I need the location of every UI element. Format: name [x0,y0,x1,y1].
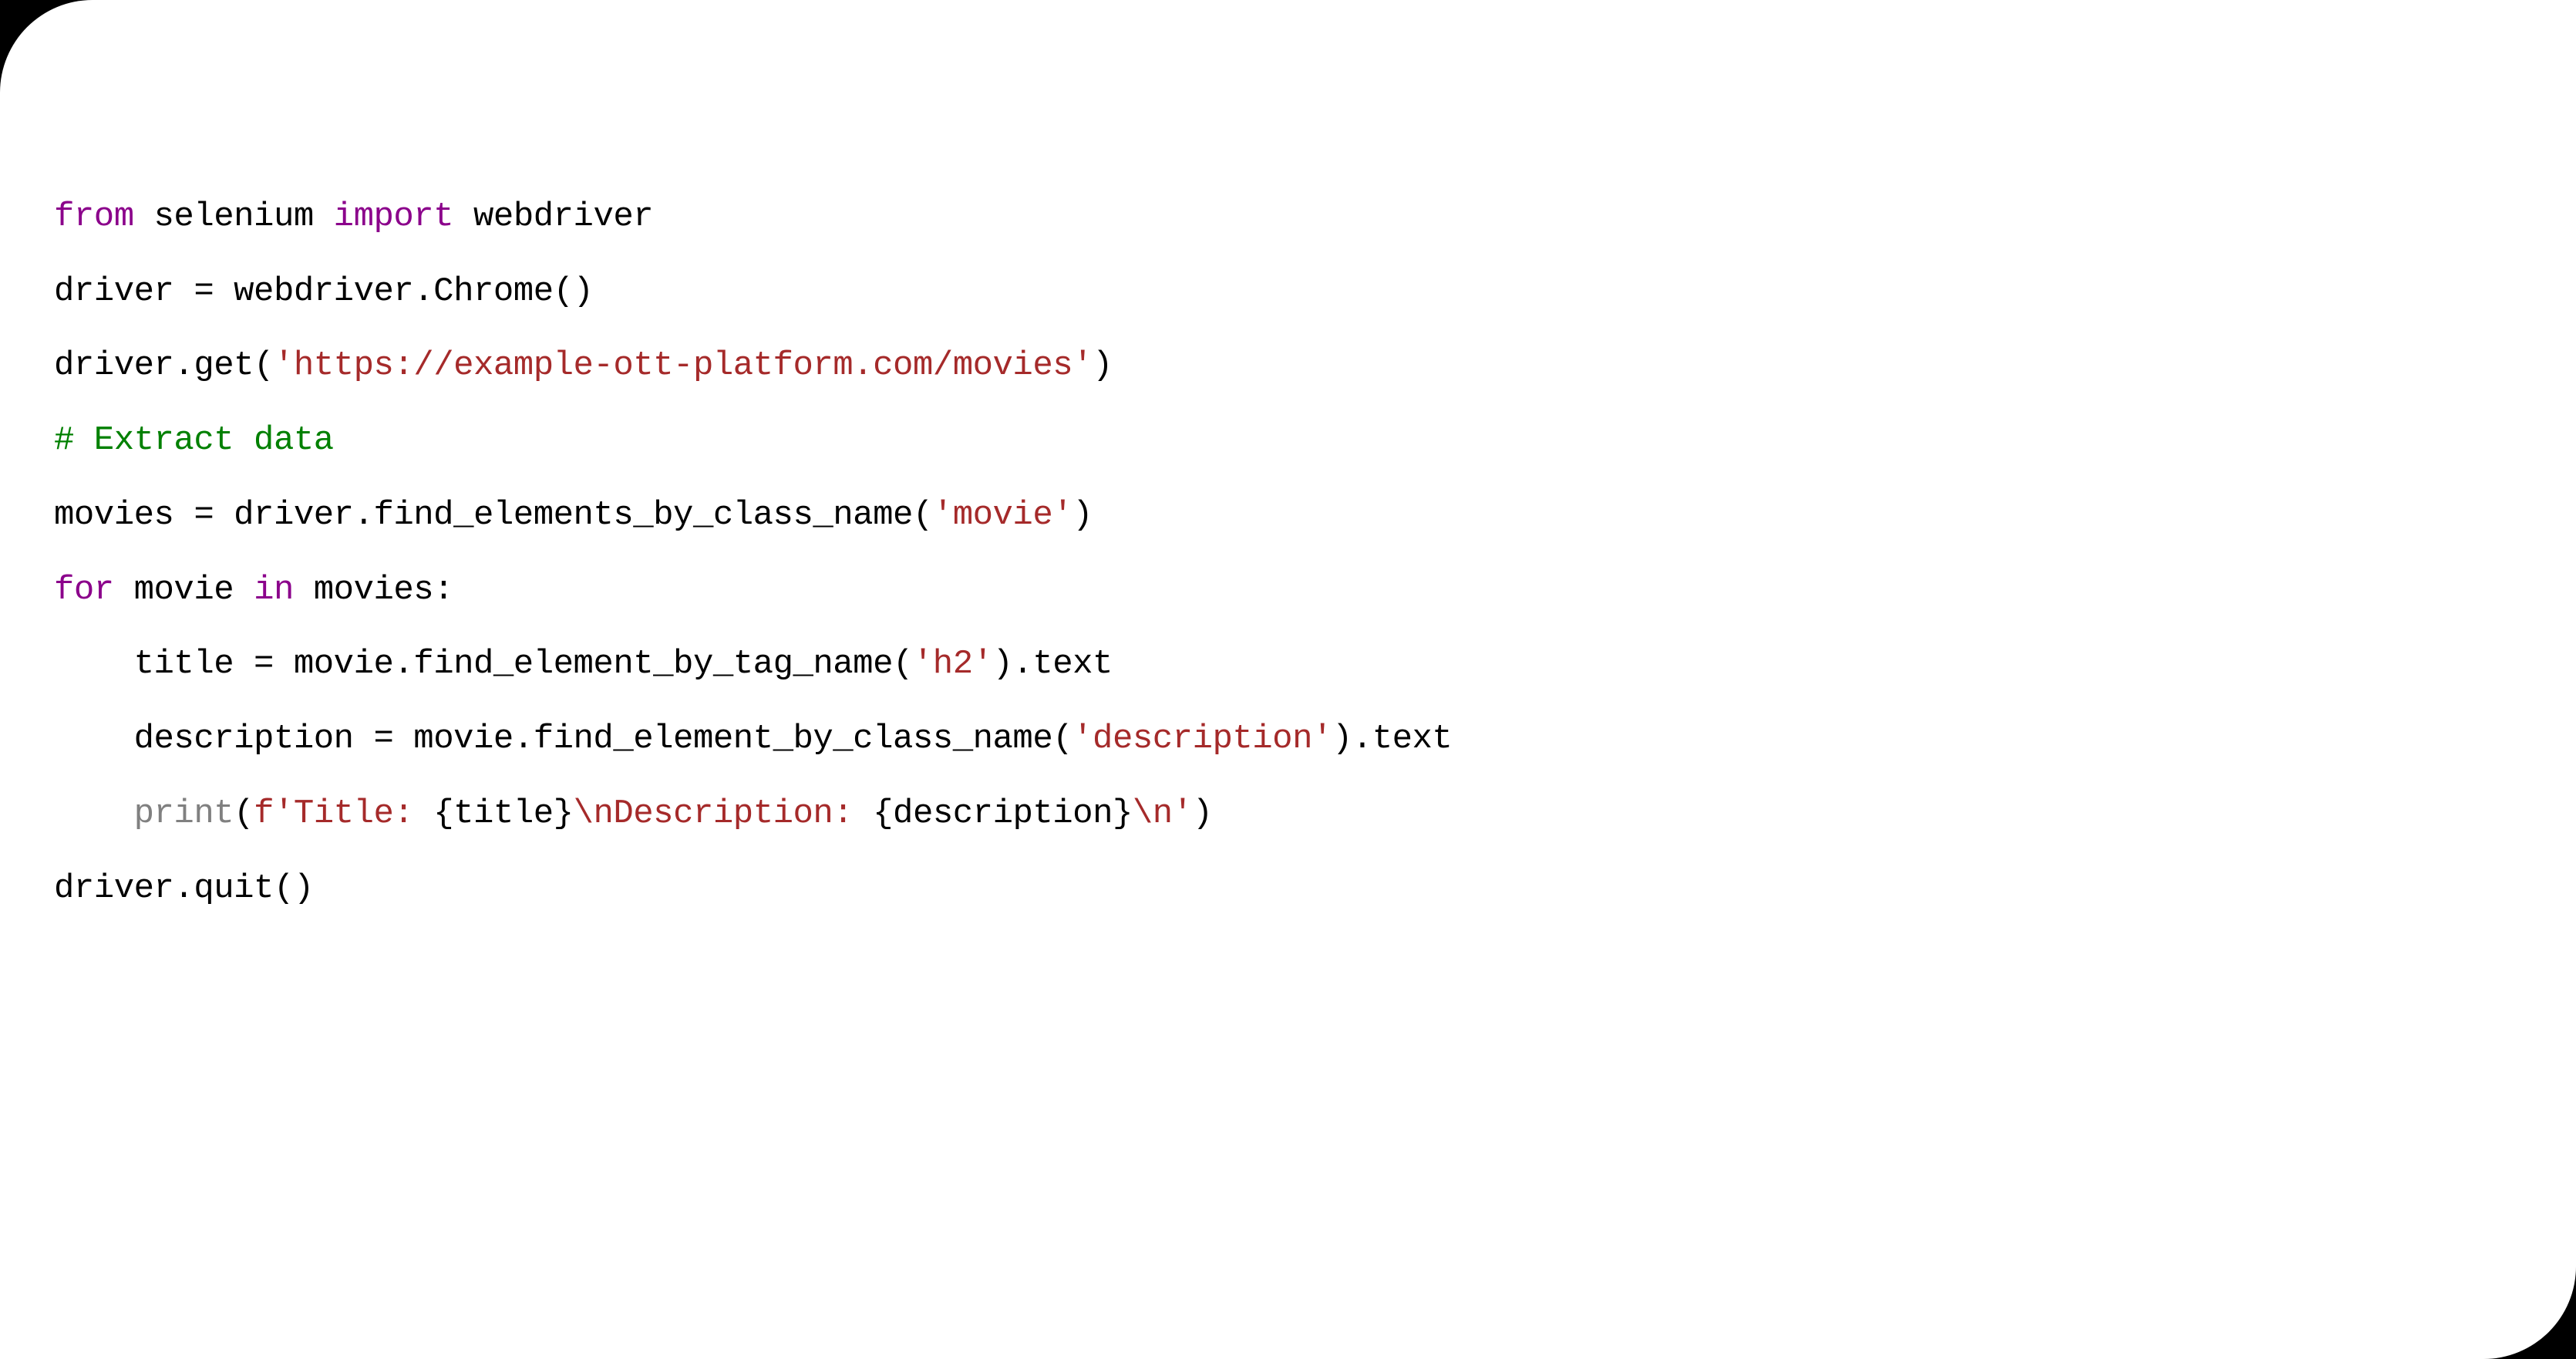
string-tag: 'h2' [913,645,993,683]
string-desc: 'description' [1072,720,1332,758]
module-name: selenium [154,197,314,236]
builtin-print: print [134,794,234,833]
code-block: from selenium import webdriver driver = … [54,123,2522,982]
code-line-2: driver = webdriver.Chrome() [54,273,2522,310]
code-line-6: for movie in movies: [54,572,2522,609]
code-line-5: movies = driver.find_elements_by_class_n… [54,497,2522,534]
string-class: 'movie' [933,496,1072,534]
string-url: 'https://example-ott-platform.com/movies… [274,346,1093,385]
keyword-in: in [254,571,294,609]
code-line-8: description = movie.find_element_by_clas… [54,720,2522,757]
code-line-9: print(f'Title: {title}\nDescription: {de… [54,795,2522,832]
keyword-for: for [54,571,114,609]
code-line-4: # Extract data [54,422,2522,459]
code-line-1: from selenium import webdriver [54,198,2522,235]
keyword-from: from [54,197,134,236]
comment: # Extract data [54,421,334,460]
code-card: from selenium import webdriver driver = … [0,0,2576,1359]
code-line-10: driver.quit() [54,870,2522,907]
keyword-import: import [334,197,453,236]
code-line-3: driver.get('https://example-ott-platform… [54,347,2522,384]
import-name: webdriver [473,197,653,236]
code-line-7: title = movie.find_element_by_tag_name('… [54,646,2522,683]
